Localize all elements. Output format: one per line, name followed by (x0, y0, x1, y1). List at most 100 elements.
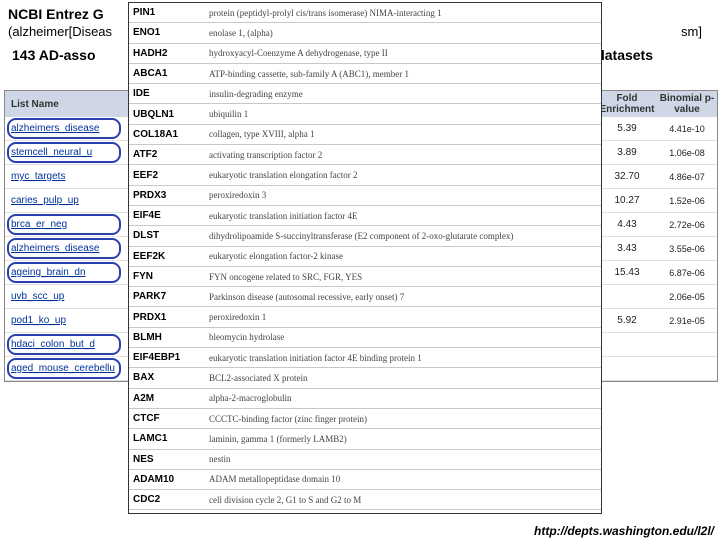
p-value: 2.91e-05 (657, 316, 717, 326)
gene-description: nestin (205, 454, 601, 464)
p-value: 3.55e-06 (657, 244, 717, 254)
gene-symbol: BLMH (129, 332, 205, 343)
list-name-link[interactable]: myc_targets (5, 171, 141, 182)
gene-row: BAXBCL2-associated X protein (129, 368, 601, 388)
list-name-link[interactable]: ageing_brain_dn (5, 267, 141, 278)
gene-row: UBQLN1ubiquilin 1 (129, 104, 601, 124)
gene-symbol: PRDX3 (129, 190, 205, 201)
p-value: 1.52e-06 (657, 196, 717, 206)
gene-symbol: ABCA1 (129, 68, 205, 79)
gene-symbol: PRDX1 (129, 312, 205, 323)
list-name-link[interactable]: stemcell_neural_u (5, 147, 141, 158)
gene-description: activating transcription factor 2 (205, 150, 601, 160)
fold-enrichment: 15.43 (597, 267, 657, 278)
gene-row: EIF4Eeukaryotic translation initiation f… (129, 206, 601, 226)
fold-enrichment: 10.27 (597, 195, 657, 206)
gene-row: CTCFCCCTC-binding factor (zinc finger pr… (129, 409, 601, 429)
gene-description: eukaryotic translation elongation factor… (205, 170, 601, 180)
gene-row: HADH2hydroxyacyl-Coenzyme A dehydrogenas… (129, 44, 601, 64)
gene-symbol: COL18A1 (129, 129, 205, 140)
p-value: 1.06e-08 (657, 148, 717, 158)
gene-description: protein (peptidyl-prolyl cis/trans isome… (205, 8, 601, 18)
gene-description: enolase 1, (alpha) (205, 28, 601, 38)
gene-description: collagen, type XVIII, alpha 1 (205, 129, 601, 139)
gene-symbol: UBQLN1 (129, 109, 205, 120)
gene-symbol: FYN (129, 271, 205, 282)
gene-symbol: CTCF (129, 413, 205, 424)
p-value: 2.72e-06 (657, 220, 717, 230)
list-name-link[interactable]: caries_pulp_up (5, 195, 141, 206)
p-value: 4.41e-10 (657, 124, 717, 134)
gene-row: DLSTdihydrolipoamide S-succinyltransfera… (129, 226, 601, 246)
gene-row: LAMC1laminin, gamma 1 (formerly LAMB2) (129, 429, 601, 449)
list-name-link[interactable]: uvb_scc_up (5, 291, 141, 302)
col-list-name: List Name (5, 99, 141, 110)
gene-description: bleomycin hydrolase (205, 332, 601, 342)
gene-symbol: DLST (129, 230, 205, 241)
gene-description: ubiquilin 1 (205, 109, 601, 119)
gene-row: COL18A1collagen, type XVIII, alpha 1 (129, 125, 601, 145)
gene-symbol: LAMC1 (129, 433, 205, 444)
gene-panel: PIN1protein (peptidyl-prolyl cis/trans i… (128, 2, 602, 514)
gene-symbol: EEF2K (129, 251, 205, 262)
p-value: 4.86e-07 (657, 172, 717, 182)
gene-row: ENO1enolase 1, (alpha) (129, 23, 601, 43)
gene-symbol: NES (129, 454, 205, 465)
gene-symbol: BAX (129, 372, 205, 383)
list-name-link[interactable]: brca_er_neg (5, 219, 141, 230)
gene-description: insulin-degrading enzyme (205, 89, 601, 99)
gene-symbol: CDC2 (129, 494, 205, 505)
fold-enrichment: 3.89 (597, 147, 657, 158)
col-fold: Fold Enrichment (597, 93, 657, 115)
gene-symbol: ATF2 (129, 149, 205, 160)
gene-row: PRDX1peroxiredoxin 1 (129, 307, 601, 327)
gene-row: EEF2eukaryotic translation elongation fa… (129, 165, 601, 185)
gene-row: PARK7Parkinson disease (autosomal recess… (129, 287, 601, 307)
list-name-link[interactable]: alzheimers_disease (5, 123, 141, 134)
gene-description: CCCTC-binding factor (zinc finger protei… (205, 414, 601, 424)
gene-row: PIN1protein (peptidyl-prolyl cis/trans i… (129, 3, 601, 23)
gene-description: Parkinson disease (autosomal recessive, … (205, 292, 601, 302)
fold-enrichment: 3.43 (597, 243, 657, 254)
gene-description: eukaryotic translation initiation factor… (205, 353, 601, 363)
gene-row: CDC2cell division cycle 2, G1 to S and G… (129, 490, 601, 510)
gene-symbol: EEF2 (129, 170, 205, 181)
gene-description: eukaryotic translation initiation factor… (205, 211, 601, 221)
gene-row: IDEinsulin-degrading enzyme (129, 84, 601, 104)
gene-symbol: EIF4E (129, 210, 205, 221)
gene-description: peroxiredoxin 3 (205, 190, 601, 200)
gene-row: A2Malpha-2-macroglobulin (129, 389, 601, 409)
gene-description: ADAM metallopeptidase domain 10 (205, 474, 601, 484)
gene-description: peroxiredoxin 1 (205, 312, 601, 322)
gene-symbol: PIN1 (129, 7, 205, 18)
gene-symbol: ADAM10 (129, 474, 205, 485)
p-value: 6.87e-06 (657, 268, 717, 278)
list-name-link[interactable]: aged_mouse_cerebellu (5, 363, 141, 374)
gene-row: EIF4EBP1eukaryotic translation initiatio… (129, 348, 601, 368)
gene-description: laminin, gamma 1 (formerly LAMB2) (205, 434, 601, 444)
gene-description: dihydrolipoamide S-succinyltransferase (… (205, 231, 601, 241)
p-value: 2.06e-05 (657, 292, 717, 302)
gene-row: FYNFYN oncogene related to SRC, FGR, YES (129, 267, 601, 287)
gene-description: eukaryotic elongation factor-2 kinase (205, 251, 601, 261)
gene-symbol: PARK7 (129, 291, 205, 302)
gene-symbol: ENO1 (129, 27, 205, 38)
gene-row: PRDX3peroxiredoxin 3 (129, 186, 601, 206)
gene-description: FYN oncogene related to SRC, FGR, YES (205, 272, 601, 282)
gene-row: ADAM10ADAM metallopeptidase domain 10 (129, 470, 601, 490)
gene-symbol: HADH2 (129, 48, 205, 59)
gene-row: NACAnascent-polypeptide-associated compl… (129, 510, 601, 514)
gene-description: hydroxyacyl-Coenzyme A dehydrogenase, ty… (205, 48, 601, 58)
col-pval: Binomial p-value (657, 93, 717, 115)
list-name-link[interactable]: alzheimers_disease (5, 243, 141, 254)
gene-row: ABCA1ATP-binding cassette, sub-family A … (129, 64, 601, 84)
gene-description: ATP-binding cassette, sub-family A (ABC1… (205, 69, 601, 79)
gene-description: cell division cycle 2, G1 to S and G2 to… (205, 495, 601, 505)
fold-enrichment: 32.70 (597, 171, 657, 182)
list-name-link[interactable]: hdaci_colon_but_d (5, 339, 141, 350)
gene-symbol: IDE (129, 88, 205, 99)
gene-row: EEF2Keukaryotic elongation factor-2 kina… (129, 247, 601, 267)
gene-description: BCL2-associated X protein (205, 373, 601, 383)
gene-row: ATF2activating transcription factor 2 (129, 145, 601, 165)
list-name-link[interactable]: pod1_ko_up (5, 315, 141, 326)
